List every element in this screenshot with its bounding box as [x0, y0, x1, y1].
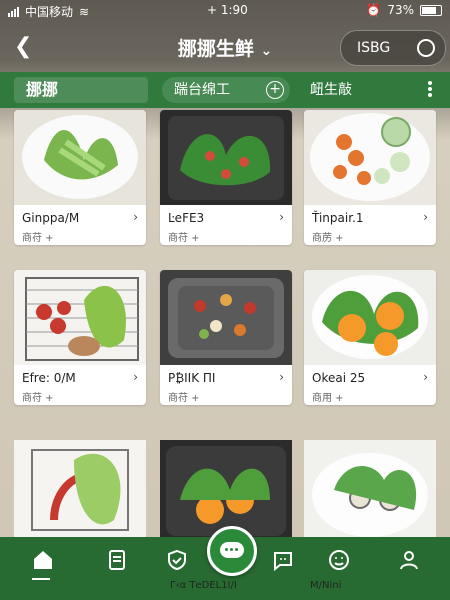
product-card[interactable]: Efre: 0/M 商苻 + ›: [14, 270, 146, 405]
user-icon[interactable]: [396, 548, 422, 572]
product-card[interactable]: Ginppa/M 商苻 + ›: [14, 110, 146, 245]
product-image: [160, 270, 292, 365]
chat-bubble-icon[interactable]: [207, 526, 257, 576]
product-image: [304, 270, 436, 365]
product-sub: 商苻 +: [168, 393, 200, 404]
time: + 1:90: [207, 3, 248, 17]
header-pill-button[interactable]: ISBG: [340, 30, 446, 66]
filter-bar: 挪挪 踹台绵工 + 衄生敲: [0, 72, 450, 108]
chevron-right-icon: ›: [133, 210, 138, 224]
product-image: [160, 110, 292, 205]
wifi-icon: ≋: [79, 4, 90, 19]
chevron-down-icon: ⌄: [260, 43, 273, 59]
bottom-label-right: M/Nini: [310, 580, 342, 591]
battery-icon: [420, 4, 442, 16]
home-icon[interactable]: [30, 548, 56, 572]
filter-tab-2-label: 踹台绵工: [174, 82, 230, 98]
product-name: Okeai 25: [312, 371, 366, 385]
title-text: 挪挪生鲜: [177, 38, 254, 60]
active-tab-indicator: [32, 578, 50, 580]
target-icon: [417, 39, 435, 57]
status-bar: 中国移动 ≋ + 1:90 ⏰ 73%: [0, 0, 450, 22]
product-sub: 商苻 +: [22, 393, 54, 404]
product-card[interactable]: Okeai 25 商用 + ›: [304, 270, 436, 405]
alarm-icon: ⏰: [366, 3, 382, 17]
filter-tab-3[interactable]: 衄生敲: [310, 77, 352, 103]
header-bar: ❮ 挪挪生鲜 ⌄ ISBG: [0, 24, 450, 68]
product-image: [14, 110, 146, 205]
more-icon[interactable]: [428, 81, 432, 99]
product-name: P₿ΙΙΚ ΠΙ: [168, 371, 216, 385]
product-name: ĿeFE3: [168, 211, 205, 225]
filter-tab-2[interactable]: 踹台绵工 +: [162, 77, 290, 103]
list-icon[interactable]: [104, 548, 130, 572]
product-image: [304, 110, 436, 205]
product-name: Ťinpair.1: [312, 211, 364, 225]
chevron-right-icon: ›: [279, 210, 284, 224]
pill-label: ISBG: [357, 40, 391, 56]
product-image-partial: [14, 440, 146, 540]
product-card[interactable]: Ťinpair.1 商苈 + ›: [304, 110, 436, 245]
message-square-icon[interactable]: [270, 548, 296, 572]
signal-icon: [8, 6, 19, 17]
product-name: Ginppa/M: [22, 211, 80, 225]
product-name: Efre: 0/M: [22, 371, 76, 385]
filter-tab-1[interactable]: 挪挪: [14, 77, 148, 103]
product-image: [14, 270, 146, 365]
product-card[interactable]: P₿ΙΙΚ ΠΙ 商苻 + ›: [160, 270, 292, 405]
product-image-partial: [160, 440, 292, 540]
chevron-right-icon: ›: [133, 370, 138, 384]
face-icon[interactable]: [326, 548, 352, 572]
product-card[interactable]: ĿeFE3 商苻 + ›: [160, 110, 292, 245]
bottom-label-center: Γ‹α ΤeDEL1Ι/Ι: [170, 580, 237, 591]
shield-check-icon[interactable]: [164, 548, 190, 572]
carrier-name: 中国移动: [25, 5, 74, 19]
product-image-partial: [304, 440, 436, 540]
product-sub: 商用 +: [312, 393, 344, 404]
battery-percent: 73%: [387, 3, 414, 17]
product-sub: 商苻 +: [22, 233, 54, 244]
chevron-right-icon: ›: [423, 210, 428, 224]
chevron-right-icon: ›: [423, 370, 428, 384]
plus-icon[interactable]: +: [266, 81, 284, 99]
product-sub: 商苈 +: [312, 233, 344, 244]
product-sub: 商苻 +: [168, 233, 200, 244]
chevron-right-icon: ›: [279, 370, 284, 384]
